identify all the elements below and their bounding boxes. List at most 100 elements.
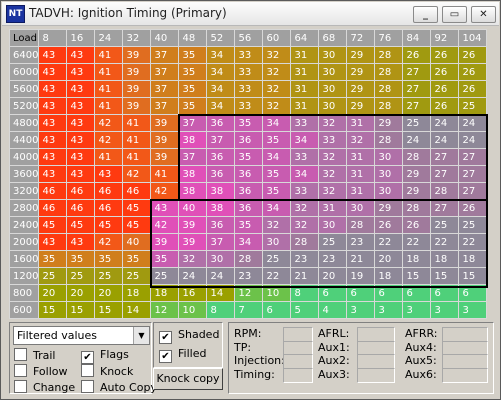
table-cell[interactable]: 32 — [290, 199, 320, 217]
table-cell[interactable]: 33 — [290, 114, 320, 132]
table-cell[interactable]: 35 — [66, 250, 96, 268]
table-cell[interactable]: 42 — [150, 182, 180, 200]
table-cell[interactable]: 33 — [290, 182, 320, 200]
checkbox-box[interactable]: ✔ — [81, 351, 94, 364]
table-cell[interactable]: 41 — [94, 97, 124, 115]
column-header[interactable]: 16 — [66, 29, 96, 47]
table-cell[interactable]: 32 — [318, 114, 348, 132]
column-header[interactable]: 64 — [290, 29, 320, 47]
table-cell[interactable]: 35 — [94, 250, 124, 268]
table-cell[interactable]: 10 — [262, 284, 292, 302]
table-cell[interactable]: 15 — [430, 267, 460, 285]
table-cell[interactable]: 26 — [402, 216, 432, 234]
table-cell[interactable]: 36 — [234, 131, 264, 149]
table-cell[interactable]: 25 — [318, 233, 348, 251]
table-cell[interactable]: 24 — [178, 267, 208, 285]
table-cell[interactable]: 40 — [178, 199, 208, 217]
table-cell[interactable]: 27 — [430, 165, 460, 183]
column-header[interactable]: 40 — [150, 29, 180, 47]
table-cell[interactable]: 35 — [150, 250, 180, 268]
table-cell[interactable]: 38 — [206, 182, 236, 200]
table-cell[interactable]: 43 — [38, 97, 68, 115]
table-cell[interactable]: 36 — [206, 114, 236, 132]
table-cell[interactable]: 35 — [262, 182, 292, 200]
table-cell[interactable]: 37 — [178, 148, 208, 166]
table-cell[interactable]: 46 — [38, 182, 68, 200]
table-cell[interactable]: 43 — [66, 97, 96, 115]
checkbox-box[interactable]: ✔ — [159, 331, 172, 344]
table-cell[interactable]: 5 — [290, 301, 320, 319]
minimize-button[interactable]: _ — [413, 6, 438, 23]
change-checkbox[interactable]: Change — [14, 380, 75, 394]
table-cell[interactable]: 4 — [318, 301, 348, 319]
table-cell[interactable]: 31 — [346, 114, 376, 132]
table-cell[interactable]: 23 — [346, 233, 376, 251]
table-cell[interactable]: 39 — [178, 233, 208, 251]
table-cell[interactable]: 18 — [430, 250, 460, 268]
column-header[interactable]: 68 — [318, 29, 348, 47]
table-cell[interactable]: 36 — [234, 199, 264, 217]
table-cell[interactable]: 22 — [458, 233, 488, 251]
table-cell[interactable]: 32 — [318, 148, 348, 166]
table-cell[interactable]: 33 — [234, 63, 264, 81]
flags-checkbox[interactable]: ✔ Flags — [81, 348, 129, 364]
knock-checkbox[interactable]: Knock — [81, 364, 133, 378]
trail-checkbox[interactable]: Trail — [14, 348, 55, 362]
table-cell[interactable]: 25 — [66, 267, 96, 285]
row-header[interactable]: 4000 — [8, 148, 40, 166]
column-header[interactable]: 24 — [94, 29, 124, 47]
checkbox-box[interactable] — [81, 364, 94, 377]
table-cell[interactable]: 22 — [374, 233, 404, 251]
table-cell[interactable]: 46 — [66, 199, 96, 217]
row-header[interactable]: 4400 — [8, 131, 40, 149]
table-cell[interactable]: 33 — [290, 148, 320, 166]
table-cell[interactable]: 15 — [402, 267, 432, 285]
checkbox-box[interactable] — [81, 380, 94, 393]
table-cell[interactable]: 25 — [430, 216, 460, 234]
table-cell[interactable]: 15 — [458, 267, 488, 285]
table-cell[interactable]: 37 — [206, 233, 236, 251]
table-cell[interactable]: 25 — [262, 250, 292, 268]
shaded-checkbox[interactable]: ✔ Shaded — [159, 328, 219, 344]
table-cell[interactable]: 28 — [374, 63, 404, 81]
table-cell[interactable]: 24 — [430, 131, 460, 149]
filled-checkbox[interactable]: ✔ Filled — [159, 347, 206, 363]
column-header[interactable]: 72 — [346, 29, 376, 47]
table-cell[interactable]: 33 — [234, 80, 264, 98]
table-cell[interactable]: 31 — [346, 182, 376, 200]
table-cell[interactable]: 31 — [290, 63, 320, 81]
table-cell[interactable]: 27 — [458, 182, 488, 200]
row-header[interactable]: 5200 — [8, 97, 40, 115]
table-cell[interactable]: 12 — [234, 284, 264, 302]
title-bar[interactable]: NT TADVH: Ignition Timing (Primary) _ ▭ … — [2, 2, 499, 26]
table-cell[interactable]: 26 — [374, 216, 404, 234]
table-cell[interactable]: 35 — [178, 80, 208, 98]
column-header[interactable]: 60 — [262, 29, 292, 47]
table-cell[interactable]: 41 — [122, 114, 152, 132]
table-cell[interactable]: 30 — [318, 63, 348, 81]
table-cell[interactable]: 43 — [38, 80, 68, 98]
table-cell[interactable]: 23 — [290, 250, 320, 268]
row-header[interactable]: 800 — [8, 284, 40, 302]
table-cell[interactable]: 31 — [346, 148, 376, 166]
table-cell[interactable]: 30 — [318, 46, 348, 64]
table-cell[interactable]: 3 — [346, 301, 376, 319]
table-cell[interactable]: 14 — [122, 301, 152, 319]
table-cell[interactable]: 31 — [290, 80, 320, 98]
table-cell[interactable]: 43 — [150, 199, 180, 217]
table-cell[interactable]: 41 — [94, 148, 124, 166]
table-cell[interactable]: 20 — [38, 284, 68, 302]
table-cell[interactable]: 33 — [318, 131, 348, 149]
table-cell[interactable]: 25 — [402, 114, 432, 132]
table-cell[interactable]: 35 — [178, 97, 208, 115]
column-header[interactable]: 84 — [402, 29, 432, 47]
table-cell[interactable]: 29 — [346, 97, 376, 115]
table-cell[interactable]: 43 — [38, 148, 68, 166]
table-cell[interactable]: 6 — [262, 301, 292, 319]
table-cell[interactable]: 3 — [374, 301, 404, 319]
table-cell[interactable]: 28 — [374, 46, 404, 64]
table-cell[interactable]: 24 — [402, 131, 432, 149]
table-cell[interactable]: 27 — [430, 148, 460, 166]
table-cell[interactable]: 43 — [94, 165, 124, 183]
table-cell[interactable]: 32 — [318, 165, 348, 183]
